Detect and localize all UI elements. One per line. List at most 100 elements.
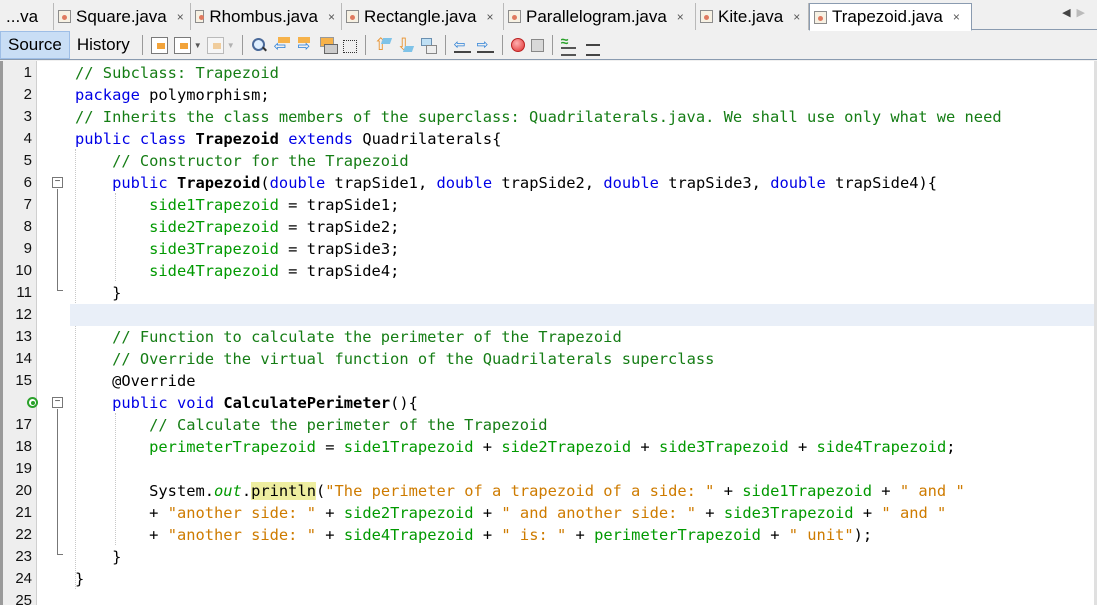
code-token: Trapezoid bbox=[195, 130, 279, 148]
code-text: public Trapezoid(double trapSide1, doubl… bbox=[112, 174, 938, 192]
code-line[interactable]: // Inherits the class members of the sup… bbox=[70, 106, 1097, 128]
code-token: // Constructor for the Trapezoid bbox=[112, 152, 409, 170]
close-tab-icon[interactable]: × bbox=[177, 10, 184, 24]
code-line[interactable]: side2Trapezoid = trapSide2; bbox=[70, 216, 1097, 238]
code-token: side4Trapezoid bbox=[149, 262, 279, 280]
code-text: public void CalculatePerimeter(){ bbox=[112, 394, 418, 412]
close-tab-icon[interactable]: × bbox=[953, 10, 960, 24]
code-line[interactable]: // Function to calculate the perimeter o… bbox=[70, 326, 1097, 348]
tab-rectangle-java[interactable]: Rectangle.java × bbox=[342, 3, 504, 30]
code-token: "another side: " bbox=[167, 504, 316, 522]
forward-icon[interactable] bbox=[206, 36, 224, 54]
line-number: 18 bbox=[15, 438, 32, 455]
code-line[interactable]: // Override the virtual function of the … bbox=[70, 348, 1097, 370]
overrides-method-icon[interactable] bbox=[27, 397, 38, 408]
tab-rhombus-java[interactable]: Rhombus.java × bbox=[191, 3, 342, 30]
tab-trapezoid-java[interactable]: Trapezoid.java × bbox=[809, 3, 972, 31]
code-token: Trapezoid bbox=[176, 174, 261, 192]
back-dropdown-icon[interactable]: ▼ bbox=[194, 41, 202, 50]
line-number: 23 bbox=[15, 548, 32, 565]
close-tab-icon[interactable]: × bbox=[328, 10, 335, 24]
code-line[interactable] bbox=[70, 590, 1097, 605]
find-previous-icon[interactable] bbox=[274, 36, 291, 54]
code-editor[interactable]: 1 2 3 4 5 6 7 8 9 10 11 12 13 14 15 17 18 19 20 21 22 23 24 25 … bbox=[0, 61, 1097, 605]
code-line[interactable]: // Calculate the perimeter of the Trapez… bbox=[70, 414, 1097, 436]
scroll-tabs-right-icon[interactable]: ▶ bbox=[1077, 7, 1091, 19]
code-area[interactable]: // Subclass: Trapezoid package polymorphi… bbox=[70, 61, 1097, 605]
tab-label: ...va bbox=[6, 6, 39, 26]
code-token: side4Trapezoid bbox=[816, 438, 947, 456]
code-line[interactable]: } bbox=[70, 546, 1097, 568]
history-tab-button[interactable]: History bbox=[70, 31, 137, 59]
uncomment-icon[interactable] bbox=[584, 37, 601, 56]
tab-parallelogram-java[interactable]: Parallelogram.java × bbox=[504, 3, 696, 30]
code-line[interactable]: side3Trapezoid = trapSide3; bbox=[70, 238, 1097, 260]
code-line[interactable]: } bbox=[70, 282, 1097, 304]
shift-right-icon[interactable] bbox=[476, 36, 494, 54]
line-number: 4 bbox=[23, 130, 32, 147]
rectangular-selection-icon[interactable] bbox=[342, 39, 357, 53]
code-line[interactable]: public Trapezoid(double trapSide1, doubl… bbox=[70, 172, 1097, 194]
code-token: public bbox=[75, 130, 131, 148]
tab-overflow[interactable]: ...va bbox=[0, 3, 54, 30]
line-number: 6 bbox=[23, 174, 32, 191]
tab-kite-java[interactable]: Kite.java × bbox=[696, 3, 809, 30]
code-line[interactable]: + "another side: " + side4Trapezoid + " … bbox=[70, 524, 1097, 546]
tab-square-java[interactable]: Square.java × bbox=[54, 3, 191, 30]
code-token: perimeterTrapezoid bbox=[149, 438, 316, 456]
find-icon[interactable] bbox=[251, 37, 268, 54]
toggle-highlight-icon[interactable] bbox=[319, 36, 338, 54]
code-line[interactable] bbox=[70, 304, 1097, 326]
code-line[interactable]: // Constructor for the Trapezoid bbox=[70, 150, 1097, 172]
code-text: // Override the virtual function of the … bbox=[75, 348, 714, 370]
code-line[interactable] bbox=[70, 458, 1097, 480]
code-line[interactable]: package polymorphism; bbox=[70, 84, 1097, 106]
line-number: 21 bbox=[15, 504, 32, 521]
toggle-bookmark-icon[interactable] bbox=[420, 37, 437, 54]
forward-dropdown-icon[interactable]: ▼ bbox=[227, 41, 235, 50]
code-line[interactable]: perimeterTrapezoid = side1Trapezoid + si… bbox=[70, 436, 1097, 458]
stop-macro-icon[interactable] bbox=[530, 38, 544, 52]
last-edit-icon[interactable] bbox=[150, 36, 168, 54]
code-text: // Subclass: Trapezoid bbox=[75, 62, 279, 84]
collapse-constructor-icon[interactable]: − bbox=[52, 177, 63, 188]
line-number: 14 bbox=[15, 350, 32, 367]
code-token: // Function to calculate the perimeter o… bbox=[112, 328, 622, 346]
code-line[interactable]: side4Trapezoid = trapSide4; bbox=[70, 260, 1097, 282]
code-line[interactable]: @Override bbox=[70, 370, 1097, 392]
tab-label: Rhombus.java bbox=[209, 6, 318, 26]
code-line[interactable]: public class Trapezoid extends Quadrilat… bbox=[70, 128, 1097, 150]
shift-left-icon[interactable] bbox=[453, 36, 471, 54]
code-line[interactable]: public void CalculatePerimeter(){ bbox=[70, 392, 1097, 414]
code-line[interactable]: System.out.println("The perimeter of a t… bbox=[70, 480, 1097, 502]
toolbar-separator bbox=[551, 35, 553, 55]
code-text: + "another side: " + side4Trapezoid + " … bbox=[149, 526, 873, 544]
comment-icon[interactable] bbox=[560, 33, 578, 56]
source-tab-button[interactable]: Source bbox=[0, 31, 70, 59]
previous-bookmark-icon[interactable] bbox=[374, 35, 391, 55]
code-text: @Override bbox=[112, 372, 196, 390]
code-line[interactable]: } bbox=[70, 568, 1097, 590]
close-tab-icon[interactable]: × bbox=[486, 10, 493, 24]
close-tab-icon[interactable]: × bbox=[793, 10, 800, 24]
line-number: 5 bbox=[23, 152, 32, 169]
code-token: perimeterTrapezoid bbox=[594, 526, 761, 544]
code-token: " and " bbox=[899, 482, 965, 500]
find-next-icon[interactable] bbox=[297, 36, 314, 54]
code-token: double bbox=[436, 174, 493, 192]
next-bookmark-icon[interactable] bbox=[397, 35, 414, 55]
code-text: side2Trapezoid = trapSide2; bbox=[149, 218, 400, 236]
scroll-tabs-left-icon[interactable]: ◀ bbox=[1062, 7, 1076, 19]
code-line[interactable]: + "another side: " + side2Trapezoid + " … bbox=[70, 502, 1097, 524]
code-line[interactable]: side1Trapezoid = trapSide1; bbox=[70, 194, 1097, 216]
back-icon[interactable] bbox=[173, 36, 191, 54]
code-token: void bbox=[176, 394, 215, 412]
collapse-method-icon[interactable]: − bbox=[52, 397, 63, 408]
close-tab-icon[interactable]: × bbox=[677, 10, 684, 24]
tab-label: Rectangle.java bbox=[364, 6, 477, 26]
code-token: side1Trapezoid bbox=[343, 438, 474, 456]
toolbar-separator bbox=[141, 35, 143, 55]
fold-end bbox=[57, 290, 63, 291]
code-line[interactable]: // Subclass: Trapezoid bbox=[70, 62, 1097, 84]
record-macro-icon[interactable] bbox=[510, 38, 525, 52]
